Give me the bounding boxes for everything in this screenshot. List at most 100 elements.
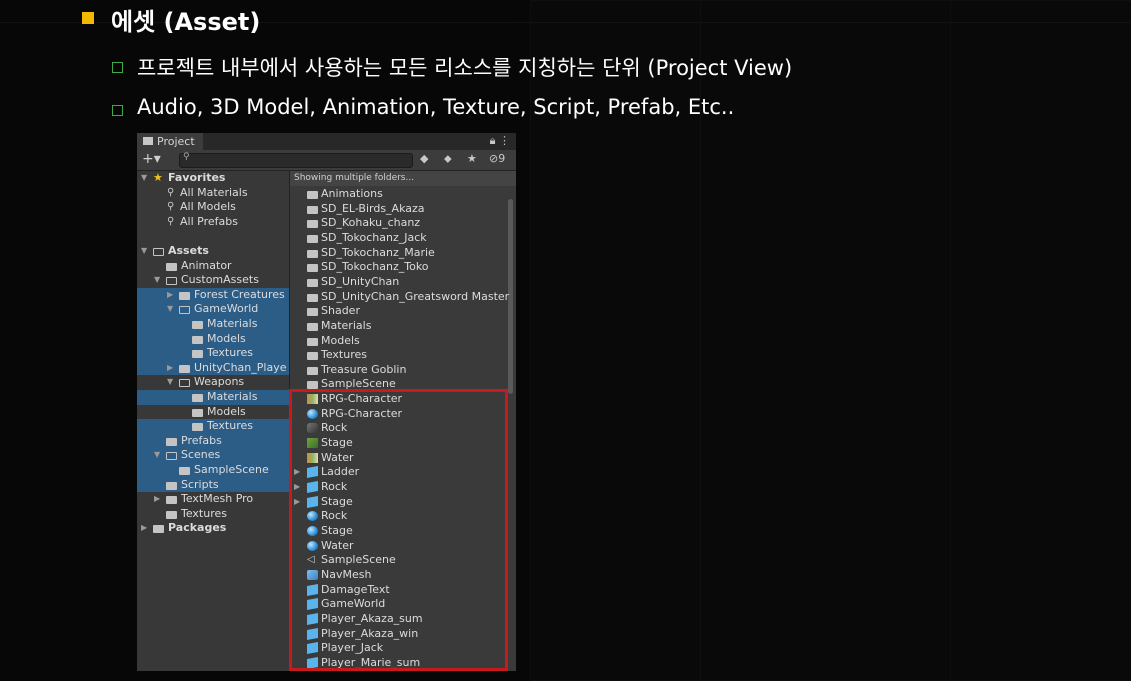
search-input[interactable]: ⚲ [179, 152, 413, 168]
tree-item-label: SampleScene [194, 463, 269, 476]
folder-icon [307, 234, 318, 243]
tree-item-label: Assets [168, 244, 209, 257]
tree-item[interactable]: ▶ Forest Creatures I [137, 287, 289, 303]
list-item[interactable]: SD_Tokochanz_Toko [290, 260, 516, 275]
expand-arrow-icon[interactable]: ▼ [154, 448, 160, 463]
folder-icon [166, 510, 177, 519]
list-item-label: SD_UnityChan [321, 274, 400, 288]
collapse-arrow-icon[interactable]: ▶ [154, 492, 160, 507]
collapse-arrow-icon[interactable]: ▶ [167, 361, 173, 376]
tab-icons: 🔒︎ ⋮ [490, 134, 510, 148]
collapse-arrow-icon[interactable]: ▶ [167, 288, 173, 303]
filter-by-type-icon[interactable]: ◆ [420, 152, 428, 165]
expand-arrow-icon[interactable]: ▼ [141, 171, 147, 186]
list-item[interactable]: SD_EL-Birds_Akaza [290, 202, 516, 217]
list-header: Showing multiple folders... [290, 171, 516, 186]
list-item[interactable]: Shader [290, 304, 516, 319]
filter-by-label-icon[interactable]: ⬥ [444, 152, 452, 166]
tree-item[interactable]: ▶ Packages [137, 521, 289, 536]
list-item[interactable]: Materials [290, 319, 516, 334]
list-item-label: Animations [321, 187, 383, 200]
title-bullet [82, 12, 94, 24]
folder-icon [192, 321, 203, 329]
collapse-arrow-icon[interactable]: ▶ [141, 521, 147, 536]
expand-arrow-icon[interactable]: ▼ [167, 302, 173, 317]
tree-item[interactable]: ⚲ All Models [137, 200, 289, 215]
list-item[interactable]: SD_Tokochanz_Jack [290, 231, 516, 246]
tree-item-label: Weapons [194, 375, 245, 389]
tree-item[interactable]: Materials [137, 317, 289, 332]
expand-arrow-icon[interactable]: ▼ [141, 244, 147, 259]
folder-icon [153, 525, 164, 534]
expand-arrow-icon[interactable]: ▼ [167, 375, 173, 390]
tree-item[interactable]: ▼ GameWorld [137, 302, 289, 317]
folder-open-icon [153, 248, 164, 256]
slide-title: 에셋 (Asset) [111, 8, 261, 36]
tree-item-label: All Materials [180, 185, 248, 199]
tree-item-label: Scripts [181, 477, 219, 491]
add-button[interactable]: +▾ [142, 151, 161, 167]
tree-item[interactable]: Prefabs [137, 433, 289, 449]
folder-icon [166, 437, 177, 446]
tree-item[interactable]: Textures [137, 346, 289, 361]
folder-icon [307, 220, 318, 229]
tree-item[interactable]: Models [137, 331, 289, 347]
favorite-icon[interactable]: ★ [467, 152, 477, 165]
list-item[interactable]: SD_Tokochanz_Marie [290, 246, 516, 261]
tree-item[interactable]: ⚲ All Prefabs [137, 215, 289, 230]
list-item[interactable]: Textures [290, 348, 516, 363]
folder-icon [143, 137, 153, 145]
tree-item[interactable]: Textures [137, 507, 289, 522]
tree-item[interactable]: Textures [137, 419, 289, 434]
tree-item-label: Textures [181, 506, 227, 520]
list-item-label: Treasure Goblin [321, 362, 407, 376]
folder-icon [307, 264, 318, 273]
lock-icon[interactable]: 🔒︎ [490, 134, 496, 147]
list-item-label: Shader [321, 304, 360, 318]
tree-item[interactable]: ▼ ★ Favorites [137, 171, 289, 186]
list-item[interactable]: Models [290, 334, 516, 349]
tree-item[interactable]: ⚲ All Materials [137, 186, 289, 201]
tree-item[interactable]: ▼ Weapons [137, 375, 289, 390]
tab-project[interactable]: Project [137, 133, 203, 150]
expand-arrow-icon[interactable]: ▼ [154, 273, 160, 288]
tree-item[interactable]: Models [137, 405, 289, 420]
folder-open-icon [179, 306, 190, 315]
folder-icon [307, 308, 318, 317]
bullet-text-2: Audio, 3D Model, Animation, Texture, Scr… [137, 95, 735, 119]
more-menu-icon[interactable]: ⋮ [499, 134, 510, 147]
folder-icon [192, 423, 203, 432]
tree-item[interactable]: ▶ UnityChan_Playe [137, 360, 289, 376]
tree-item[interactable]: SampleScene [137, 463, 289, 478]
tree-item[interactable]: ▼ CustomAssets [137, 273, 289, 288]
tree-item[interactable]: Scripts [137, 477, 289, 493]
tree-item-label: Packages [168, 521, 227, 535]
list-item[interactable]: SD_Kohaku_chanz [290, 216, 516, 231]
hidden-packages-icon[interactable]: ⊘9 [489, 152, 505, 165]
tree-item-label: Materials [207, 390, 258, 403]
tree-item-label: All Models [180, 200, 236, 214]
toolbar: +▾ ⚲ ◆ ⬥ ★ ⊘9 [137, 150, 516, 171]
tab-bar: Project 🔒︎ ⋮ [137, 133, 516, 150]
tree-item[interactable]: ▶ TextMesh Pro [137, 492, 289, 507]
list-item[interactable]: Animations [290, 187, 516, 202]
folder-icon [307, 191, 318, 199]
list-item-label: SD_Kohaku_chanz [321, 216, 421, 230]
tree-item[interactable]: ▼ Scenes [137, 448, 289, 463]
list-item[interactable]: SD_UnityChan [290, 275, 516, 290]
list-item[interactable]: Treasure Goblin [290, 363, 516, 378]
list-item-label: Models [321, 333, 360, 347]
search-icon: ⚲ [183, 152, 190, 162]
tree-item[interactable]: Animator [137, 259, 289, 274]
list-item-label: Textures [321, 348, 367, 362]
folder-icon [307, 249, 318, 258]
folder-open-icon [166, 277, 177, 286]
tree-item-label: Textures [207, 346, 253, 360]
tree-item[interactable]: Materials [137, 390, 289, 405]
folder-icon [307, 205, 318, 214]
star-icon: ★ [153, 171, 163, 184]
tree-item-label: Animator [181, 258, 232, 272]
tree-item-label: Prefabs [181, 433, 222, 447]
tree-item[interactable]: ▼ Assets [137, 244, 289, 259]
list-item[interactable]: SD_UnityChan_Greatsword Master [290, 290, 516, 305]
